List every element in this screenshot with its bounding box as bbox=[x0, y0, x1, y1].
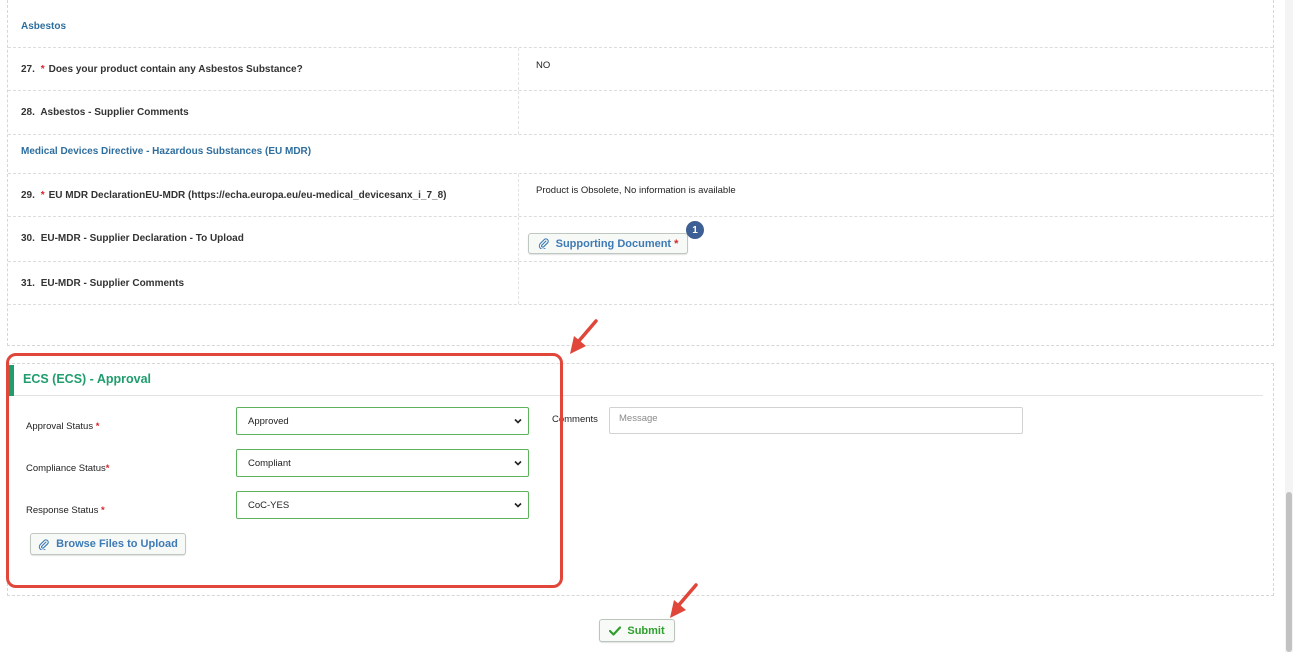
approval-status-value: Approved bbox=[248, 415, 289, 427]
question-label-29: 29. * EU MDR DeclarationEU-MDR (https://e… bbox=[21, 190, 447, 201]
question-label-30: 30. EU-MDR - Supplier Declaration - To U… bbox=[21, 233, 244, 244]
answer-29: Product is Obsolete, No information is a… bbox=[536, 185, 736, 196]
response-status-select[interactable]: CoC-YES bbox=[236, 491, 529, 519]
column-divider bbox=[518, 217, 519, 261]
scrollbar-thumb[interactable] bbox=[1286, 492, 1292, 652]
question-label-27: 27. * Does your product contain any Asbes… bbox=[21, 64, 303, 75]
approval-panel bbox=[7, 363, 1274, 596]
required-marker: * bbox=[40, 190, 45, 201]
approval-status-select[interactable]: Approved bbox=[236, 407, 529, 435]
question-text: EU-MDR - Supplier Comments bbox=[40, 278, 185, 289]
column-divider bbox=[518, 48, 519, 90]
supporting-document-label: Supporting Document bbox=[555, 237, 672, 250]
question-label-31: 31. EU-MDR - Supplier Comments bbox=[21, 278, 184, 289]
supporting-document-button[interactable]: Supporting Document * bbox=[528, 233, 688, 254]
question-number: 31. bbox=[21, 278, 35, 289]
section-title-asbestos: Asbestos bbox=[21, 21, 67, 32]
section-row-asbestos: Asbestos bbox=[8, 0, 1273, 48]
comments-placeholder: Message bbox=[619, 413, 658, 424]
submit-label: Submit bbox=[627, 624, 665, 637]
browse-files-label: Browse Files to Upload bbox=[56, 538, 178, 550]
question-text: EU-MDR - Supplier Declaration - To Uploa… bbox=[40, 233, 244, 244]
questionnaire-table: Asbestos 27. * Does your product contain … bbox=[7, 0, 1274, 346]
required-marker: * bbox=[674, 237, 679, 250]
required-marker: * bbox=[105, 463, 110, 474]
comments-input[interactable]: Message bbox=[609, 407, 1023, 434]
approval-panel-title: ECS (ECS) - Approval bbox=[23, 372, 152, 386]
chevron-down-icon bbox=[513, 416, 523, 429]
question-row-27: 27. * Does your product contain any Asbes… bbox=[8, 48, 1273, 91]
required-marker: * bbox=[101, 505, 105, 516]
question-number: 29. bbox=[21, 190, 35, 201]
paperclip-icon bbox=[538, 238, 549, 249]
question-text: EU MDR DeclarationEU-MDR (https://echa.e… bbox=[48, 190, 447, 201]
question-row-29: 29. * EU MDR DeclarationEU-MDR (https://e… bbox=[8, 174, 1273, 217]
checkmark-icon bbox=[609, 625, 622, 636]
required-marker: * bbox=[95, 421, 100, 432]
approval-status-label: Approval Status * bbox=[26, 421, 100, 432]
compliance-status-value: Compliant bbox=[248, 457, 291, 469]
question-row-31: 31. EU-MDR - Supplier Comments bbox=[8, 262, 1273, 305]
browse-files-button[interactable]: Browse Files to Upload bbox=[30, 533, 186, 555]
response-status-value: CoC-YES bbox=[248, 499, 290, 511]
compliance-status-label: Compliance Status* bbox=[26, 463, 110, 474]
question-label-28: 28. Asbestos - Supplier Comments bbox=[21, 107, 189, 118]
response-status-label: Response Status * bbox=[26, 505, 105, 516]
compliance-status-select[interactable]: Compliant bbox=[236, 449, 529, 477]
question-number: 30. bbox=[21, 233, 35, 244]
question-text: Asbestos - Supplier Comments bbox=[40, 107, 189, 118]
answer-27: NO bbox=[536, 60, 551, 71]
panel-accent-bar bbox=[9, 365, 14, 396]
paperclip-icon bbox=[38, 538, 49, 550]
column-divider bbox=[518, 174, 519, 216]
question-number: 27. bbox=[21, 64, 35, 75]
column-divider bbox=[518, 262, 519, 304]
question-row-28: 28. Asbestos - Supplier Comments bbox=[8, 91, 1273, 135]
chevron-down-icon bbox=[513, 458, 523, 471]
question-text: Does your product contain any Asbestos S… bbox=[48, 64, 303, 75]
section-row-mdr: Medical Devices Directive - Hazardous Su… bbox=[8, 135, 1273, 174]
section-title-mdr: Medical Devices Directive - Hazardous Su… bbox=[21, 146, 312, 157]
chevron-down-icon bbox=[513, 500, 523, 513]
approval-panel-header bbox=[7, 365, 1263, 396]
submit-button[interactable]: Submit bbox=[599, 619, 675, 642]
count-badge: 1 bbox=[686, 221, 704, 239]
required-marker: * bbox=[40, 64, 45, 75]
column-divider bbox=[518, 91, 519, 134]
comments-label: Comments bbox=[552, 414, 598, 425]
question-number: 28. bbox=[21, 107, 35, 118]
